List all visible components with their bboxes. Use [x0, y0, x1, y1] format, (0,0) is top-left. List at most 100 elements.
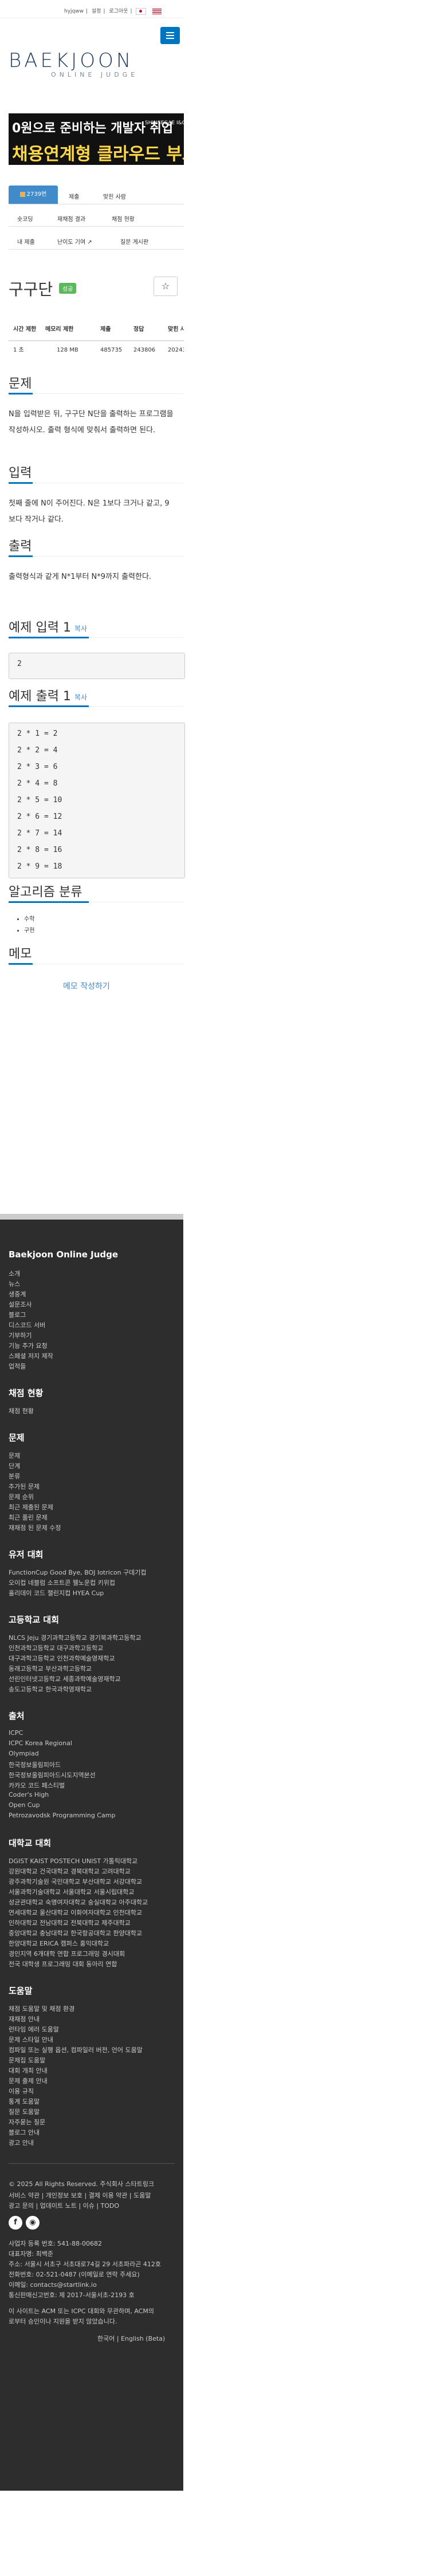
footer-university-link[interactable]: 연세대학교 울산대학교 이화여자대학교 인천대학교 — [9, 1908, 142, 1917]
footer-university-link[interactable]: 경인지역 6개대학 연합 프로그래밍 경시대회 — [9, 1949, 125, 1958]
tab-difficulty[interactable]: 난이도 기여 ↗ — [57, 237, 92, 246]
footer-problem-link[interactable]: 최근 풀린 문제 — [9, 1513, 48, 1522]
footer-help-link[interactable]: 이용 규칙 — [9, 2086, 34, 2096]
memo-heading: 메모 — [9, 947, 32, 961]
korean-flag-icon[interactable] — [136, 7, 147, 15]
copyright: © 2025 All Rights Reserved. 주식회사 스타트링크 — [9, 2180, 155, 2188]
footer-judge-link[interactable]: 채점 현황 — [9, 1406, 34, 1415]
footer-site-link[interactable]: 뉴스 — [9, 1279, 20, 1288]
footer-contest-link[interactable]: 홀리데이 코드 챌린지컵 HYEA Cup — [9, 1588, 104, 1597]
logout-link[interactable]: 로그아웃 — [109, 9, 128, 14]
footer-source-link[interactable]: Open Cup — [9, 1801, 40, 1809]
footer-contest-link[interactable]: 오이컵 네블럼 소프트콘 웰노운컵 키위컵 — [9, 1578, 115, 1587]
business-info: 전화번호: 02-521-0487 (이메일로 연락 주세요) — [9, 2271, 140, 2278]
footer-help-link[interactable]: 블로그 안내 — [9, 2128, 40, 2137]
footer-contest-link[interactable]: FunctionCup Good Bye, BOJ Iotricon 구데기컵 — [9, 1568, 147, 1577]
footer-site-link[interactable]: 기부하기 — [9, 1331, 32, 1340]
username-link[interactable]: hyjqww — [64, 9, 84, 14]
footer-site-link[interactable]: 생중계 — [9, 1289, 26, 1299]
footer-problem-link[interactable]: 단계 — [9, 1461, 20, 1470]
tab-accepted-users[interactable]: 맞힌 사람 — [103, 192, 126, 200]
footer-problem-link[interactable]: 재채점 된 문제 수정 — [9, 1523, 61, 1532]
footer-university-link[interactable]: 중앙대학교 충남대학교 한국항공대학교 한양대학교 — [9, 1928, 142, 1938]
github-icon[interactable]: ◉ — [26, 2216, 40, 2230]
footer-university-link[interactable]: DGIST KAIST POSTECH UNIST 가톨릭대학교 — [9, 1856, 137, 1865]
output-heading: 출력 — [9, 539, 32, 554]
output-line: 2 * 7 = 14 — [17, 829, 62, 838]
footer-university-link[interactable]: 성균관대학교 숙명여자대학교 숭실대학교 아주대학교 — [9, 1898, 148, 1907]
footer-site-link[interactable]: 디스코드 서버 — [9, 1320, 45, 1330]
site-logo[interactable]: BAEKJOON ONLINE JUDGE — [9, 50, 158, 80]
legal-links[interactable]: 서비스 약관 | 개인정보 보호 | 결제 이용 약관 | 도움말 — [9, 2191, 151, 2200]
language-switch[interactable]: 한국어 | English (Beta) — [97, 2334, 165, 2343]
footer-university-link[interactable]: 강원대학교 건국대학교 경북대학교 고려대학교 — [9, 1867, 131, 1876]
footer-source-link[interactable]: Coder's High — [9, 1791, 49, 1798]
english-flag-icon[interactable] — [152, 8, 162, 14]
footer-help-link[interactable]: 대회 개최 안내 — [9, 2066, 48, 2075]
legal-links[interactable]: 광고 문의 | 업데이트 노트 | 이슈 | TODO — [9, 2201, 119, 2210]
tab-short-coding[interactable]: 숏코딩 — [17, 214, 33, 223]
footer-site-link[interactable]: 스페셜 저지 제작 — [9, 1351, 53, 1360]
footer-help-link[interactable]: 통계 도움말 — [9, 2097, 40, 2106]
footer-site-link[interactable]: 블로그 — [9, 1310, 26, 1319]
footer-source-link[interactable]: Petrozavodsk Programming Camp — [9, 1812, 115, 1819]
tab-my-submissions[interactable]: 내 제출 — [17, 237, 35, 246]
tab-problem[interactable]: 2739번 — [9, 186, 58, 204]
footer-highschool-link[interactable]: 동래고등학교 부산과학고등학교 — [9, 1664, 92, 1673]
footer-problem-link[interactable]: 분류 — [9, 1472, 20, 1481]
copy-output-button[interactable]: 복사 — [74, 693, 87, 701]
footer-highschool-link[interactable]: NLCS Jeju 경기과학고등학교 경기북과학고등학교 — [9, 1633, 141, 1642]
footer-help-link[interactable]: 광고 안내 — [9, 2138, 34, 2147]
footer-site-link[interactable]: 소개 — [9, 1269, 20, 1278]
footer-help-link[interactable]: 문제 출제 안내 — [9, 2076, 48, 2085]
footer-source-link[interactable]: ICPC Korea Regional — [9, 1739, 72, 1747]
footer-university-link[interactable]: 서울과학기술대학교 서울대학교 서울시립대학교 — [9, 1887, 135, 1896]
tab-status[interactable]: 채점 현황 — [112, 214, 135, 223]
tabs-divider — [9, 226, 184, 227]
footer-site-link[interactable]: 기능 추가 요청 — [9, 1341, 48, 1350]
footer-highschool-link[interactable]: 송도고등학교 한국과학영재학교 — [9, 1685, 92, 1694]
footer-university-link[interactable]: 광주과학기술원 국민대학교 부산대학교 서강대학교 — [9, 1877, 142, 1886]
footer-problem-link[interactable]: 최근 제출된 문제 — [9, 1502, 53, 1512]
footer-source-link[interactable]: 한국정보올림피아드 — [9, 1760, 61, 1769]
footer-help-link[interactable]: 문제 스타일 안내 — [9, 2035, 53, 2044]
ad-banner[interactable]: 0원으로 준비하는 개발자 취업 SHINSEGAE I&C 채용연계형 클라우… — [9, 113, 184, 165]
footer-highschool-link[interactable]: 대구과학고등학교 인천과학예술영재학교 — [9, 1654, 115, 1663]
write-memo-link[interactable]: 메모 작성하기 — [63, 980, 110, 992]
tab-board[interactable]: 질문 게시판 — [120, 237, 148, 246]
settings-link[interactable]: 설정 — [92, 9, 101, 14]
footer-university-link[interactable]: 전국 대학생 프로그래밍 대회 동아리 연합 — [9, 1959, 117, 1969]
footer-problem-link[interactable]: 문제 — [9, 1451, 20, 1460]
footer-source-link[interactable]: Olympiad — [9, 1750, 39, 1757]
footer-source-link[interactable]: 한국정보올림피아드시도지역본선 — [9, 1770, 96, 1780]
footer-source-link[interactable]: ICPC — [9, 1729, 23, 1737]
tab-rejudge-result[interactable]: 재채점 결과 — [57, 214, 85, 223]
tag-item[interactable]: 수학 — [24, 914, 34, 925]
footer-highschool-link[interactable]: 선린인터넷고등학교 세종과학예술영재학교 — [9, 1674, 121, 1683]
footer-site-link[interactable]: 업적들 — [9, 1362, 26, 1371]
table-cell: 485735 — [100, 347, 123, 353]
footer-help-link[interactable]: 재채점 안내 — [9, 2014, 40, 2023]
footer-university-link[interactable]: 인하대학교 전남대학교 전북대학교 제주대학교 — [9, 1918, 131, 1927]
footer: Baekjoon Online Judge 소개 뉴스 생중계 설문조사 블로그 디스코드 … — [0, 1214, 183, 2491]
footer-source-heading: 출처 — [9, 1711, 25, 1721]
footer-help-link[interactable]: 런타임 에러 도움말 — [9, 2025, 59, 2034]
footer-university-link[interactable]: 한양대학교 ERICA 캠퍼스 홍익대학교 — [9, 1939, 109, 1948]
footer-help-link[interactable]: 컴파일 또는 실행 옵션, 컴파일러 버전, 언어 도움말 — [9, 2045, 143, 2054]
tag-item[interactable]: 구현 — [24, 925, 34, 937]
footer-problem-link[interactable]: 문제 순위 — [9, 1492, 34, 1501]
footer-problem-link[interactable]: 추가된 문제 — [9, 1482, 40, 1491]
footer-help-link[interactable]: 채점 도움말 및 채점 환경 — [9, 2004, 74, 2013]
menu-toggle-button[interactable] — [160, 27, 180, 44]
footer-contest-heading: 유저 대회 — [9, 1549, 44, 1560]
tab-submit[interactable]: 제출 — [69, 192, 79, 200]
footer-help-link[interactable]: 질문 도움말 — [9, 2107, 40, 2116]
favorite-button[interactable]: ☆ — [154, 277, 178, 296]
footer-source-link[interactable]: 카카오 코드 페스티벌 — [9, 1781, 65, 1790]
footer-help-link[interactable]: 자주묻는 질문 — [9, 2117, 45, 2127]
facebook-icon[interactable]: f — [9, 2216, 22, 2230]
copy-input-button[interactable]: 복사 — [74, 625, 87, 633]
footer-highschool-link[interactable]: 인천과학고등학교 대구과학고등학교 — [9, 1643, 103, 1652]
footer-help-link[interactable]: 문제집 도움말 — [9, 2056, 45, 2065]
footer-site-link[interactable]: 설문조사 — [9, 1300, 32, 1309]
